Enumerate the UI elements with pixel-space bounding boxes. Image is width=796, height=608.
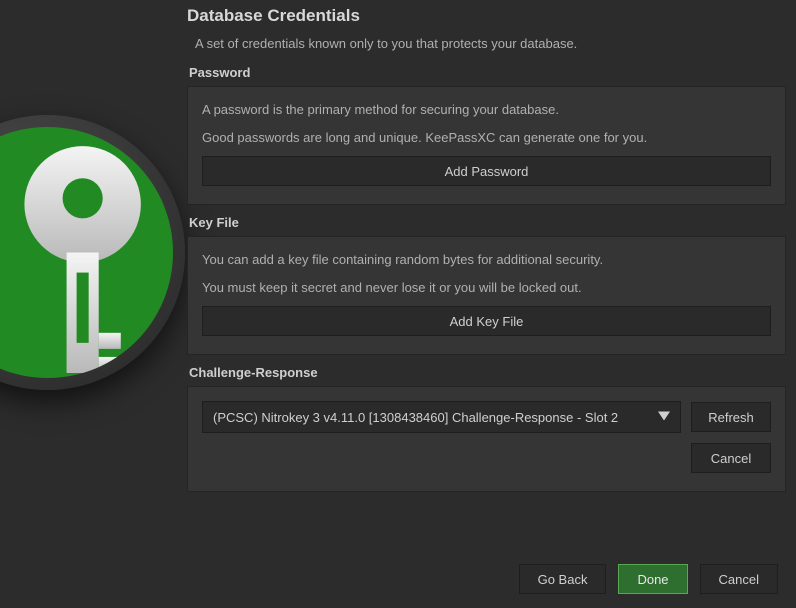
password-section-label: Password [189,65,786,80]
refresh-button[interactable]: Refresh [691,402,771,432]
page-subtitle: A set of credentials known only to you t… [195,36,786,51]
chevron-down-icon [658,410,670,425]
keyfile-text-2: You must keep it secret and never lose i… [202,279,771,297]
challenge-section-label: Challenge-Response [189,365,786,380]
challenge-device-value: (PCSC) Nitrokey 3 v4.11.0 [1308438460] C… [213,410,618,425]
page-title: Database Credentials [187,6,786,26]
keyfile-panel: You can add a key file containing random… [187,236,786,355]
go-back-button[interactable]: Go Back [519,564,607,594]
password-text-1: A password is the primary method for sec… [202,101,771,119]
password-text-2: Good passwords are long and unique. KeeP… [202,129,771,147]
challenge-panel: (PCSC) Nitrokey 3 v4.11.0 [1308438460] C… [187,386,786,492]
dialog-footer: Go Back Done Cancel [519,564,778,594]
challenge-cancel-button[interactable]: Cancel [691,443,771,473]
keyfile-text-1: You can add a key file containing random… [202,251,771,269]
password-panel: A password is the primary method for sec… [187,86,786,205]
add-password-button[interactable]: Add Password [202,156,771,186]
cancel-button[interactable]: Cancel [700,564,778,594]
key-emblem [0,115,185,390]
keyfile-section-label: Key File [189,215,786,230]
done-button[interactable]: Done [618,564,687,594]
add-keyfile-button[interactable]: Add Key File [202,306,771,336]
challenge-device-select[interactable]: (PCSC) Nitrokey 3 v4.11.0 [1308438460] C… [202,401,681,433]
